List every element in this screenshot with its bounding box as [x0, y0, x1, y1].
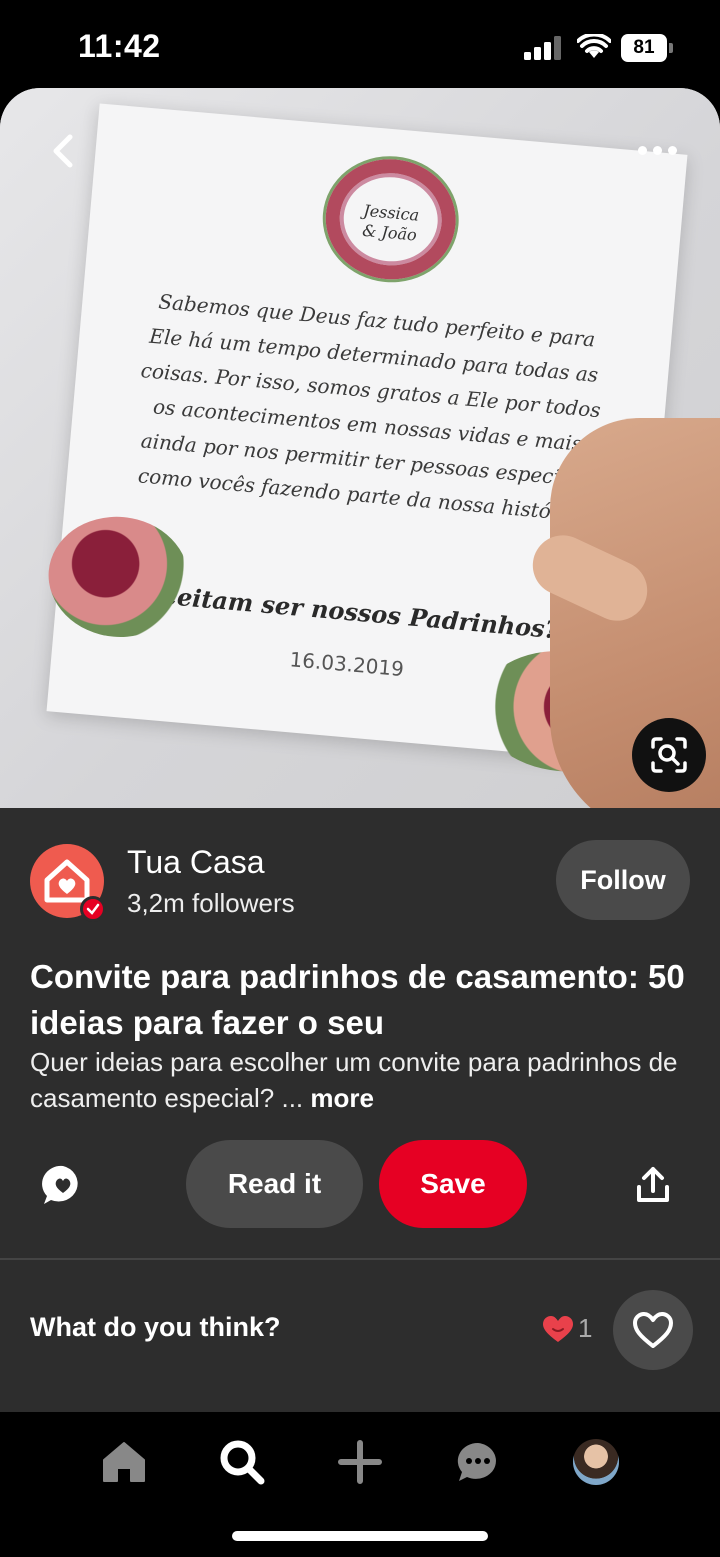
follow-button[interactable]: Follow — [556, 840, 690, 920]
nav-search[interactable] — [212, 1432, 272, 1492]
save-button[interactable]: Save — [379, 1140, 527, 1228]
pin-description: Quer ideias para escolher um convite par… — [30, 1044, 700, 1116]
visual-search-button[interactable] — [632, 718, 706, 792]
more-dots-icon — [637, 145, 647, 155]
section-divider — [0, 1258, 720, 1260]
pin-details-panel: Tua Casa 3,2m followers Follow Convite p… — [0, 808, 720, 1412]
nav-home[interactable] — [94, 1432, 154, 1492]
status-time: 11:42 — [78, 28, 161, 64]
reaction-count: 1 — [578, 1313, 593, 1343]
chevron-left-icon — [53, 134, 73, 168]
house-heart-icon — [44, 859, 90, 903]
back-button[interactable] — [40, 128, 86, 174]
status-bar: 11:42 81 — [0, 0, 720, 88]
card-message: Sabemos que Deus faz tudo perfeito e par… — [137, 289, 602, 527]
wifi-icon — [577, 34, 611, 58]
more-options-button[interactable] — [630, 132, 684, 168]
feedback-prompt: What do you think? — [30, 1312, 281, 1342]
comment-button[interactable] — [36, 1158, 90, 1212]
home-indicator — [232, 1531, 488, 1541]
reaction-summary[interactable]: 1 — [542, 1313, 592, 1344]
pin-title: Convite para padrinhos de casamento: 50 … — [30, 958, 685, 1041]
nav-create[interactable] — [330, 1432, 390, 1492]
share-button[interactable] — [628, 1160, 678, 1210]
nav-profile[interactable] — [566, 1432, 626, 1492]
flowers-decoration-left — [43, 511, 194, 643]
share-icon — [637, 1167, 669, 1202]
nav-messages[interactable] — [448, 1432, 508, 1492]
verified-badge-icon — [80, 896, 106, 922]
chat-bubble-icon — [457, 1442, 496, 1481]
heart-outline-icon — [633, 1312, 673, 1348]
more-link[interactable]: more — [310, 1083, 374, 1113]
read-it-button[interactable]: Read it — [186, 1140, 363, 1228]
visual-search-icon — [651, 737, 687, 773]
cellular-signal-icon — [524, 36, 561, 60]
search-icon — [220, 1440, 265, 1485]
creator-followers: 3,2m followers — [127, 888, 295, 918]
floral-wreath: Jessica & João — [320, 153, 461, 285]
battery-icon: 81 — [621, 34, 673, 62]
battery-level: 81 — [621, 34, 667, 62]
heart-reaction-icon — [543, 1315, 573, 1342]
home-icon — [103, 1442, 145, 1482]
plus-icon — [338, 1440, 382, 1484]
like-button[interactable] — [613, 1290, 693, 1370]
creator-name[interactable]: Tua Casa — [127, 844, 265, 881]
profile-avatar — [573, 1439, 619, 1485]
pin-image[interactable]: Jessica & João Sabemos que Deus faz tudo… — [0, 88, 720, 808]
comment-heart-icon — [42, 1165, 78, 1204]
